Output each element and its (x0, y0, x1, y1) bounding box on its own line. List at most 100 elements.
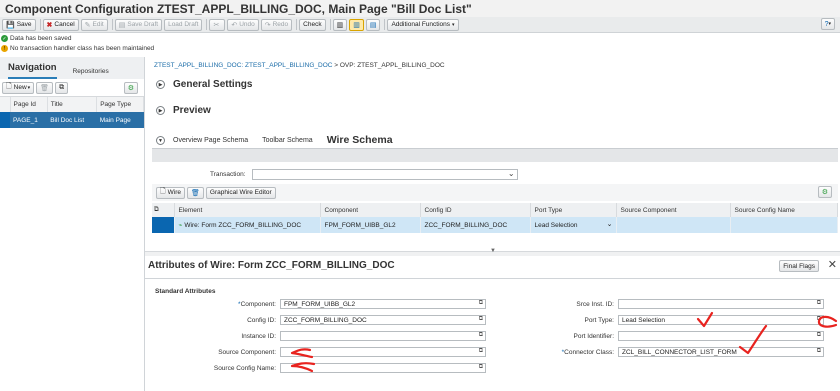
section-title: Standard Attributes (155, 288, 216, 295)
table-row[interactable]: ⌁ Wire: Form ZCC_FORM_BILLING_DOC FPM_FOR… (152, 217, 838, 233)
port-identifier-field-row: Port Identifier: ⧉ (145, 331, 824, 341)
field-label: Port Identifier: (573, 332, 614, 340)
final-flags-button[interactable]: Final Flags (779, 260, 819, 272)
column-header: Port Type (530, 203, 617, 217)
settings-icon: ⚙ (127, 84, 134, 92)
toolbar-divider (296, 19, 298, 30)
cancel-icon: ✖ (46, 21, 53, 29)
toolbar-divider (329, 19, 331, 30)
transaction-row: Transaction: ⌄ (210, 169, 518, 180)
help-button[interactable]: ? ▾ (820, 18, 835, 30)
personalize-button[interactable]: ⚙ (817, 186, 832, 198)
layout-panel-icon: ▤ (369, 21, 377, 29)
column-header: Element (174, 203, 321, 217)
source-component-cell (616, 217, 731, 233)
pages-table: Page Id Title Page Type PAGE_1 Bill Doc … (0, 97, 144, 128)
chevron-down-icon: ▾ (27, 84, 31, 91)
page-id-cell: PAGE_1 (10, 112, 48, 128)
success-message: ✓ Data has been saved (1, 35, 72, 42)
configuration-area: ZTEST_APPL_BILLING_DOC: ZTEST_APPL_BILLI… (152, 57, 840, 257)
transaction-select[interactable]: ⌄ (251, 169, 518, 180)
warning-icon: ! (1, 45, 8, 52)
source-config-name-cell (730, 217, 838, 233)
value-help-icon[interactable]: ⧉ (817, 348, 821, 355)
column-header: Title (47, 97, 98, 112)
cancel-button[interactable]: ✖ Cancel (42, 18, 79, 31)
preview-panel[interactable]: ▶ Preview (156, 105, 211, 116)
save-button[interactable]: 💾 Save (2, 18, 36, 31)
layout-panel-button[interactable]: ▤ (365, 18, 381, 31)
new-document-icon: 🗋 (6, 83, 12, 90)
general-settings-panel[interactable]: ▶ General Settings (156, 79, 252, 90)
page-title-cell: Bill Doc List (47, 112, 97, 128)
value-help-icon[interactable]: ⧉ (817, 332, 821, 339)
attributes-title: Attributes of Wire: Form ZCC_FORM_BILLIN… (148, 260, 395, 271)
toolbar-band (152, 149, 838, 162)
expand-icon[interactable]: ▶ (156, 80, 165, 89)
field-label: Connector Class: (564, 348, 614, 356)
port-identifier-field[interactable]: ⧉ (618, 331, 824, 341)
collapse-icon[interactable]: ▼ (156, 136, 165, 145)
field-label: Source Config Name: (213, 364, 276, 372)
page-type-cell: Main Page (96, 112, 144, 128)
transaction-label: Transaction: (210, 171, 246, 178)
table-header: ⧉ Element Component Config ID Port Type … (152, 203, 838, 217)
column-header: Component (320, 203, 421, 217)
delete-button[interactable]: 🗑 (36, 81, 54, 94)
config-id-cell: ZCC_FORM_BILLING_DOC (420, 217, 531, 233)
column-header: Source Component (616, 203, 731, 217)
main-toolbar: 💾 Save ✖ Cancel ✎ Edit ▤ Save Draft Load Dra… (0, 17, 840, 33)
undo-button[interactable]: ↶ Undo (227, 18, 259, 31)
cut-button[interactable]: ✂ (209, 18, 226, 31)
port-type-field[interactable]: Lead Selection ⧉ (618, 315, 824, 325)
tab-navigation[interactable]: Navigation (8, 62, 57, 79)
copy-button[interactable]: ⧉ (55, 81, 69, 94)
component-cell: FPM_FORM_UIBB_GL2 (320, 217, 421, 233)
add-wire-button[interactable]: 🗋 Wire (156, 186, 185, 199)
save-icon: 💾 (6, 21, 15, 29)
breadcrumb-link[interactable]: ZTEST_APPL_BILLING_DOC: ZTEST_APPL_BILLI… (154, 62, 332, 69)
tab-toolbar-schema[interactable]: Toolbar Schema (262, 137, 313, 144)
save-draft-button[interactable]: ▤ Save Draft (114, 18, 163, 31)
table-header: Page Id Title Page Type (0, 97, 144, 112)
srce-inst-id-field[interactable]: ⧉ (618, 299, 824, 309)
new-button[interactable]: 🗋 New ▾ (2, 81, 35, 94)
check-button[interactable]: Check (299, 18, 326, 31)
divider (145, 278, 840, 279)
load-draft-button[interactable]: Load Draft (164, 18, 203, 31)
edit-button[interactable]: ✎ Edit (80, 18, 108, 31)
warning-message: ! No transaction handler class has been … (1, 45, 154, 52)
redo-button[interactable]: ↷ Redo (260, 18, 293, 31)
attributes-panel: Attributes of Wire: Form ZCC_FORM_BILLIN… (145, 256, 840, 391)
select-all-icon[interactable]: ⧉ (152, 203, 175, 217)
field-label: Srce Inst. ID: (576, 300, 614, 308)
close-icon[interactable]: ✕ (828, 258, 837, 271)
expand-icon[interactable]: ▶ (156, 106, 165, 115)
value-help-icon[interactable]: ⧉ (817, 316, 821, 323)
source-config-name-field[interactable]: ⧉ (280, 363, 486, 373)
row-selector[interactable] (152, 217, 175, 233)
tab-repositories[interactable]: Repositories (73, 68, 117, 79)
personalize-button[interactable]: ⚙ (123, 81, 138, 94)
table-row[interactable]: PAGE_1 Bill Doc List Main Page (0, 112, 144, 128)
port-type-cell[interactable]: Lead Selection ⌄ (530, 217, 617, 233)
connector-class-field[interactable]: ZCL_BILL_CONNECTOR_LIST_FORM ⧉ (618, 347, 824, 357)
wire-icon: ⌁ (178, 222, 183, 229)
value-help-icon[interactable]: ⧉ (479, 364, 483, 371)
layout-single-button[interactable]: ▥ (332, 18, 348, 31)
toolbar-divider (384, 19, 386, 30)
wire-toolbar: 🗋 Wire 🗑 Graphical Wire Editor ⚙ (152, 184, 838, 201)
value-help-icon[interactable]: ⧉ (817, 300, 821, 307)
drag-handle-icon[interactable]: ▼ (490, 248, 496, 254)
tab-overview-page-schema[interactable]: Overview Page Schema (173, 137, 248, 144)
additional-functions-button[interactable]: Additional Functions ▾ (387, 18, 459, 31)
trash-icon: 🗑 (191, 189, 200, 197)
column-header: Page Type (96, 97, 144, 112)
pencil-icon: ✎ (84, 21, 91, 29)
source-config-name-field-row: Source Config Name: ⧉ (145, 363, 486, 373)
settings-icon: ⚙ (821, 189, 828, 196)
graphical-wire-editor-button[interactable]: Graphical Wire Editor (205, 186, 276, 199)
layout-split-button[interactable]: ▥ (349, 18, 364, 31)
row-selector[interactable] (0, 112, 10, 128)
delete-wire-button[interactable]: 🗑 (187, 186, 204, 199)
